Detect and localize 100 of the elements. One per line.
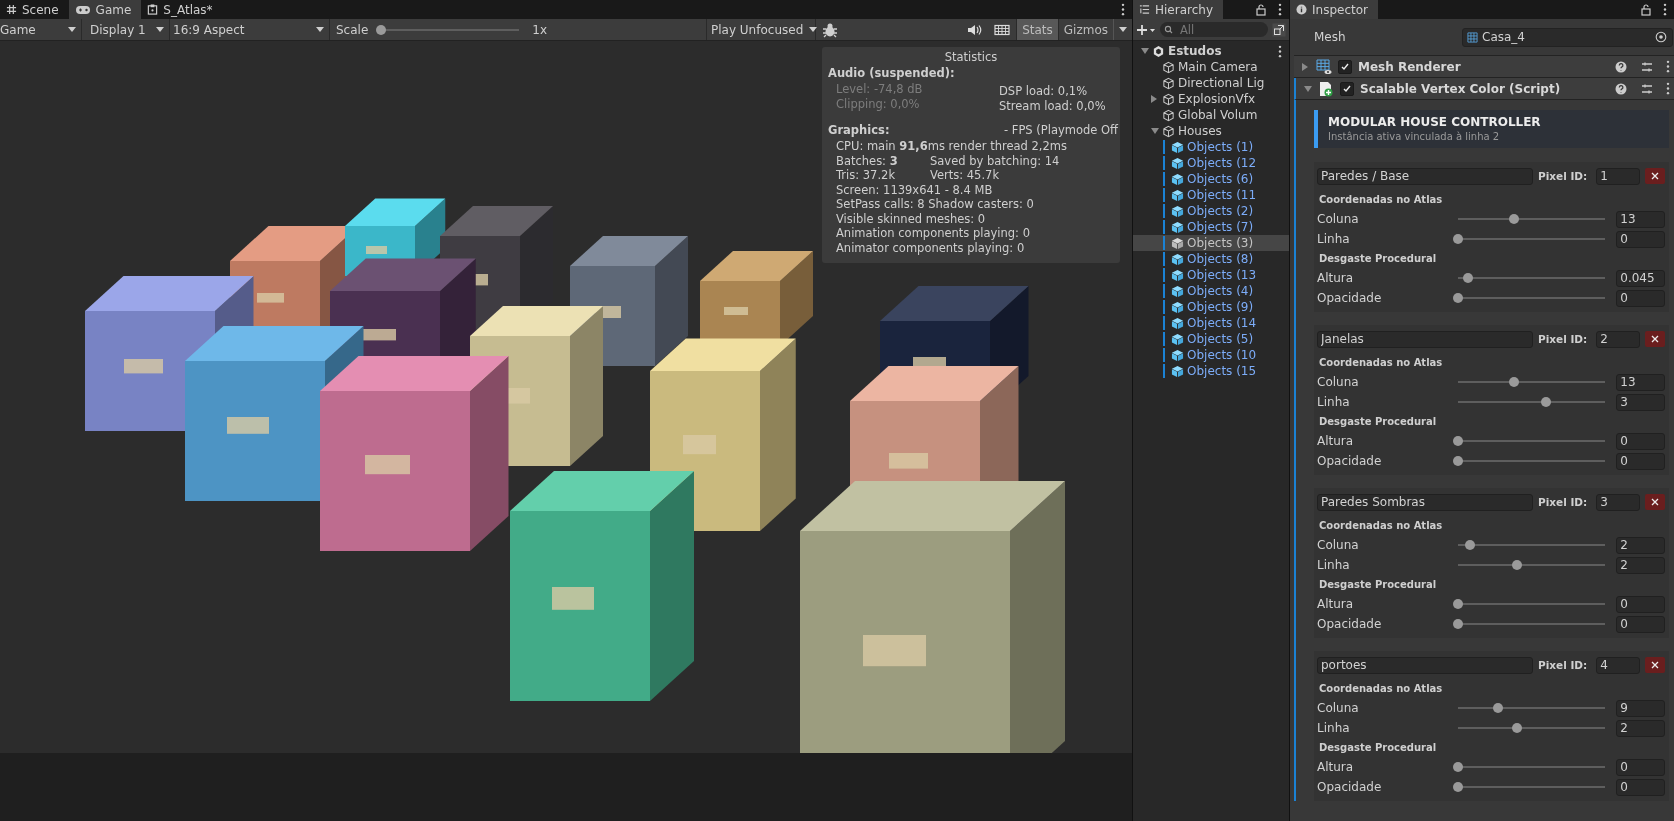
enabled-checkbox[interactable] xyxy=(1338,59,1352,74)
mesh-field[interactable]: Casa_4 xyxy=(1462,27,1674,47)
search-field[interactable]: All xyxy=(1160,22,1268,37)
pixel-id-field[interactable]: 4 xyxy=(1596,656,1641,674)
value-field[interactable]: 9 xyxy=(1616,699,1666,717)
value-field[interactable]: 13 xyxy=(1616,210,1666,228)
prefab-cube-icon xyxy=(1171,188,1184,202)
hierarchy-item[interactable]: Objects (9) xyxy=(1133,299,1289,315)
expand-window-icon[interactable] xyxy=(1272,22,1286,37)
hierarchy-item[interactable]: Objects (3) xyxy=(1133,235,1289,251)
section-title: Desgaste Procedural xyxy=(1318,741,1438,755)
value-field[interactable]: 2 xyxy=(1616,536,1666,554)
sliders-icon[interactable] xyxy=(1641,82,1654,95)
hierarchy-item[interactable]: Objects (2) xyxy=(1133,203,1289,219)
more-options-icon[interactable] xyxy=(1663,3,1667,16)
cube-icon xyxy=(1162,76,1175,90)
hierarchy-item[interactable]: Objects (5) xyxy=(1133,331,1289,347)
audio-stat: Stream load: 0,0% xyxy=(999,98,1107,113)
help-icon[interactable] xyxy=(1615,60,1628,73)
value-field[interactable]: 0 xyxy=(1616,289,1666,307)
value-field[interactable]: 0 xyxy=(1616,452,1666,470)
cube-icon xyxy=(1162,108,1175,122)
value-field[interactable]: 0 xyxy=(1616,758,1666,776)
more-options-icon[interactable] xyxy=(1666,82,1671,95)
bug-icon[interactable] xyxy=(822,21,838,38)
hierarchy-item[interactable]: Objects (11 xyxy=(1133,187,1289,203)
play-mode-dropdown[interactable]: Play Unfocused xyxy=(706,19,816,40)
slider-label: Coluna xyxy=(1317,538,1360,552)
more-options-icon[interactable] xyxy=(1278,44,1282,58)
cube-icon xyxy=(1162,60,1175,74)
graphics-stat: CPU: main 91,6ms render thread 2,2ms xyxy=(836,139,1067,154)
stats-toggle[interactable]: Stats xyxy=(1016,19,1058,40)
remove-button[interactable] xyxy=(1645,168,1666,184)
hierarchy-item[interactable]: Objects (6) xyxy=(1133,171,1289,187)
hierarchy-item[interactable]: Objects (13 xyxy=(1133,267,1289,283)
lock-icon[interactable] xyxy=(1256,3,1266,16)
remove-button[interactable] xyxy=(1645,494,1666,510)
slider-label: Linha xyxy=(1317,721,1351,735)
value-field[interactable]: 0 xyxy=(1616,615,1666,633)
value-field[interactable]: 13 xyxy=(1616,373,1666,391)
more-options-icon[interactable] xyxy=(1666,60,1671,73)
enabled-checkbox[interactable] xyxy=(1340,81,1354,96)
pixel-id-field[interactable]: 3 xyxy=(1596,493,1641,511)
inspector-tab[interactable]: Inspector xyxy=(1290,0,1378,19)
hierarchy-item[interactable]: Objects (14 xyxy=(1133,315,1289,331)
panel-tab[interactable]: Game xyxy=(68,0,142,19)
value-field[interactable]: 0.045 xyxy=(1616,269,1666,287)
value-field[interactable]: 0 xyxy=(1616,778,1666,796)
layer-name-field[interactable]: portoes xyxy=(1317,656,1533,674)
component-header[interactable]: Mesh Renderer xyxy=(1294,56,1674,78)
gizmos-button[interactable]: Gizmos xyxy=(1057,19,1113,40)
hierarchy-item[interactable]: Objects (7) xyxy=(1133,219,1289,235)
component-header[interactable]: Scalable Vertex Color (Script) xyxy=(1294,78,1674,100)
hierarchy-item[interactable]: Objects (4) xyxy=(1133,283,1289,299)
prefab-cube-icon xyxy=(1171,172,1184,186)
section-title: Coordenadas no Atlas xyxy=(1318,356,1444,370)
value-field[interactable]: 0 xyxy=(1616,432,1666,450)
object-picker-icon[interactable] xyxy=(1655,31,1668,43)
hierarchy-item[interactable]: Objects (8) xyxy=(1133,251,1289,267)
graphics-stat: Visible skinned meshes: 0 xyxy=(836,211,986,226)
layer-name-field[interactable]: Paredes / Base xyxy=(1317,167,1533,185)
hierarchy-item[interactable]: Objects (15 xyxy=(1133,363,1289,379)
remove-button[interactable] xyxy=(1645,331,1666,347)
layer-name-field[interactable]: Janelas xyxy=(1317,330,1533,348)
slider-label: Opacidade xyxy=(1317,617,1383,631)
panel-tab[interactable]: S_Atlas* xyxy=(141,0,223,19)
hierarchy-item[interactable]: Main Camera xyxy=(1133,59,1289,75)
value-field[interactable]: 3 xyxy=(1616,393,1666,411)
close-icon xyxy=(1650,660,1661,670)
hierarchy-item[interactable]: Objects (1) xyxy=(1133,139,1289,155)
section-title: Coordenadas no Atlas xyxy=(1318,193,1444,207)
graphics-stat: Animation components playing: 0 xyxy=(836,226,1030,241)
more-options-icon[interactable] xyxy=(1121,3,1125,16)
help-icon[interactable] xyxy=(1615,82,1628,95)
remove-button[interactable] xyxy=(1645,657,1666,673)
sliders-icon[interactable] xyxy=(1641,60,1654,73)
layer-name-field[interactable]: Paredes Sombras xyxy=(1317,493,1533,511)
checkmark-icon xyxy=(1340,61,1350,72)
view-dropdown[interactable]: Game xyxy=(0,19,82,40)
aspect-dropdown[interactable]: 16:9 Aspect xyxy=(170,19,330,40)
lock-icon[interactable] xyxy=(1641,3,1651,16)
hierarchy-item[interactable]: ExplosionVfx xyxy=(1133,91,1289,107)
display-dropdown[interactable]: Display 1 xyxy=(82,19,170,40)
value-field[interactable]: 0 xyxy=(1616,230,1666,248)
value-field[interactable]: 2 xyxy=(1616,719,1666,737)
pixel-id-field[interactable]: 2 xyxy=(1596,330,1641,348)
add-button[interactable] xyxy=(1136,23,1156,36)
pixel-id-field[interactable]: 1 xyxy=(1596,167,1641,185)
script-icon xyxy=(1318,80,1334,97)
hierarchy-item[interactable]: Global Volum xyxy=(1133,107,1289,123)
hierarchy-item[interactable]: Directional Lig xyxy=(1133,75,1289,91)
panel-tab[interactable]: Scene xyxy=(0,0,69,19)
value-field[interactable]: 2 xyxy=(1616,556,1666,574)
hierarchy-item[interactable]: Objects (10 xyxy=(1133,347,1289,363)
scene-row[interactable]: Estudos xyxy=(1133,43,1289,59)
value-field[interactable]: 0 xyxy=(1616,595,1666,613)
hierarchy-item[interactable]: Houses xyxy=(1133,123,1289,139)
hierarchy-tab[interactable]: Hierarchy xyxy=(1133,0,1223,19)
more-options-icon[interactable] xyxy=(1278,3,1282,16)
hierarchy-item[interactable]: Objects (12 xyxy=(1133,155,1289,171)
